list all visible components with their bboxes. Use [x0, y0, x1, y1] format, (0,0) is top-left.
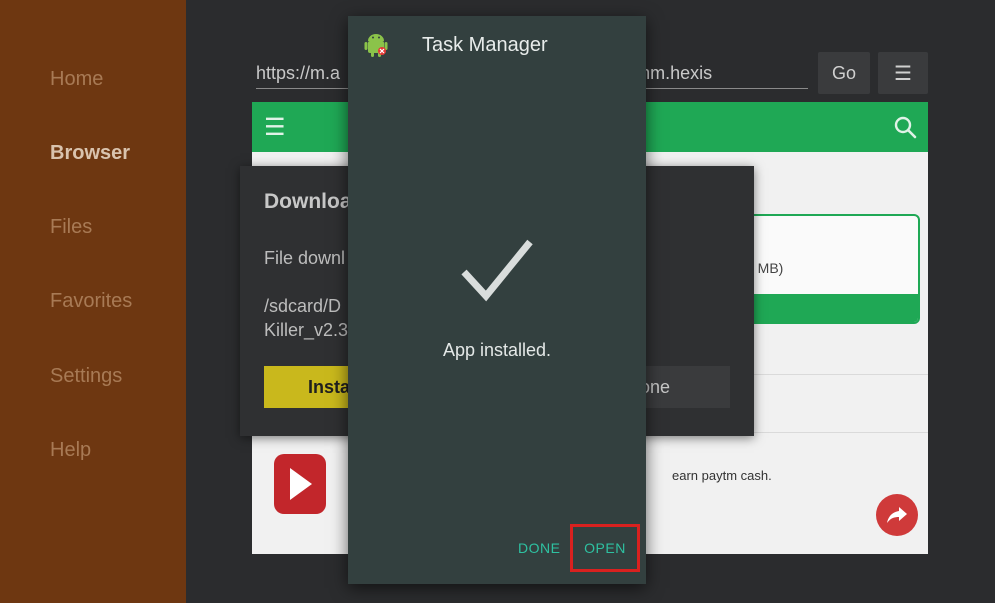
- sidebar-item-home[interactable]: Home: [50, 68, 103, 91]
- share-button[interactable]: [876, 494, 918, 536]
- android-icon: [364, 34, 388, 57]
- app-logo-icon[interactable]: [274, 454, 326, 514]
- search-icon[interactable]: [892, 114, 918, 140]
- download-dialog-message: File downl: [264, 248, 346, 268]
- app-root: Home Browser Files Favorites Settings He…: [0, 0, 995, 603]
- sidebar: Home Browser Files Favorites Settings He…: [0, 0, 186, 603]
- sidebar-item-browser[interactable]: Browser: [50, 142, 130, 165]
- done-button[interactable]: DONE: [518, 540, 560, 556]
- go-button[interactable]: Go: [818, 52, 870, 94]
- sidebar-item-favorites[interactable]: Favorites: [50, 290, 132, 313]
- task-manager-title: Task Manager: [422, 34, 548, 56]
- open-button-label: OPEN: [584, 540, 626, 556]
- open-button[interactable]: OPEN: [570, 524, 640, 572]
- sidebar-item-files[interactable]: Files: [50, 216, 92, 239]
- app-installed-message: App installed.: [442, 340, 552, 360]
- browser-menu-button[interactable]: ☰: [878, 52, 928, 94]
- hamburger-icon: ☰: [894, 62, 912, 85]
- ad-text: earn paytm cash.: [672, 468, 772, 483]
- sidebar-item-settings[interactable]: Settings: [50, 365, 122, 388]
- sidebar-item-help[interactable]: Help: [50, 439, 91, 462]
- share-icon: [887, 507, 907, 523]
- task-manager-dialog: Task Manager App installed. DONE OPEN: [348, 16, 646, 584]
- download-dialog-title: Downloa: [264, 190, 352, 213]
- web-menu-icon[interactable]: ☰: [264, 116, 286, 140]
- play-icon: [290, 468, 312, 500]
- download-file-path: /sdcard/D Killer_v2.3: [264, 296, 349, 340]
- checkmark-icon: [461, 239, 533, 302]
